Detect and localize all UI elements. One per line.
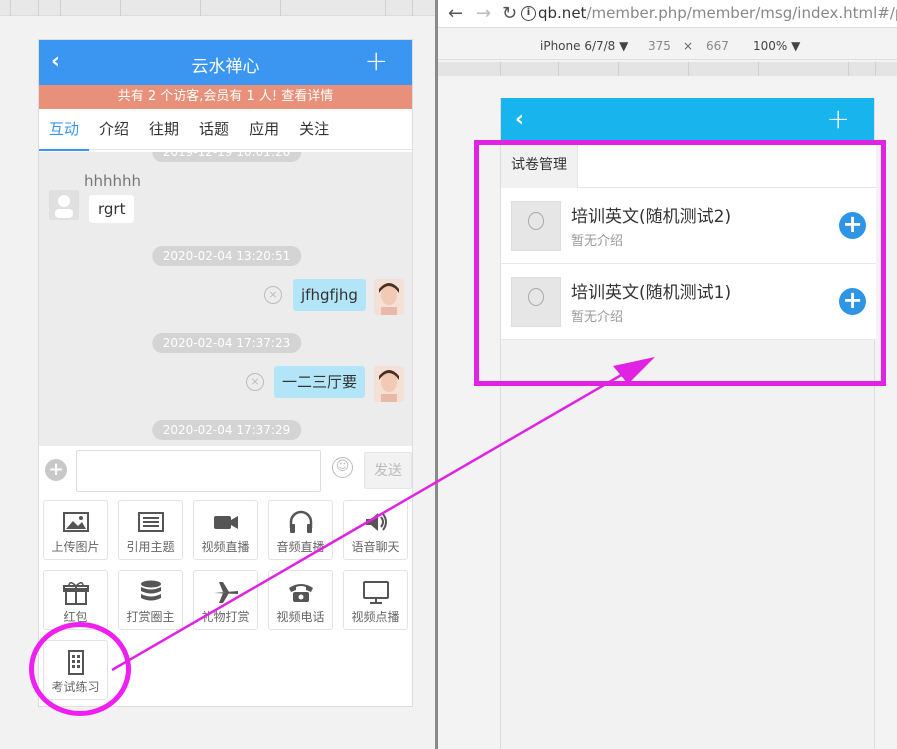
tool-video-on-demand[interactable]: 视频点播 — [343, 570, 408, 630]
sender-name: hhhhhh — [84, 172, 142, 190]
send-failed-icon[interactable]: × — [264, 286, 282, 304]
image-icon — [62, 512, 89, 532]
time-pill: 2020-02-04 17:37:23 — [151, 333, 302, 353]
times-sign: × — [683, 39, 694, 53]
message-input-row: + ☺ 发送 — [39, 446, 412, 496]
send-button[interactable]: 发送 — [364, 452, 412, 489]
tool-label: 上传图片 — [51, 540, 100, 554]
device-width[interactable]: 375 — [648, 39, 671, 53]
message-input[interactable] — [76, 450, 321, 492]
device-select[interactable]: iPhone 6/7/8 ▼ — [540, 39, 628, 53]
tool-label: 打赏圈主 — [126, 610, 175, 624]
nav-bar: ‹ 云水禅心 + — [39, 40, 412, 85]
avatar[interactable] — [49, 190, 79, 220]
tab-intro[interactable]: 介绍 — [89, 109, 139, 150]
reload-icon[interactable]: ↻ — [502, 3, 517, 24]
device-toolbar: iPhone 6/7/8 ▼ 375 × 667 100% ▼ — [438, 32, 897, 60]
headphones-icon — [289, 510, 312, 533]
tool-label: 视频直播 — [201, 540, 250, 554]
tool-voice-chat[interactable]: 语音聊天 — [343, 500, 408, 560]
tool-label: 语音聊天 — [351, 540, 400, 554]
tool-video-live[interactable]: 视频直播 — [193, 500, 258, 560]
plane-icon — [213, 582, 238, 603]
message-bubble[interactable]: 一二三厅要 — [274, 366, 366, 398]
user-placeholder-icon — [55, 195, 73, 218]
url-host: qb.net — [538, 4, 587, 22]
avatar[interactable] — [374, 279, 404, 315]
time-pill: 2020-02-04 17:37:29 — [151, 420, 302, 440]
back-arrow-icon[interactable]: ← — [448, 3, 463, 24]
tab-interact[interactable]: 互动 — [39, 109, 90, 151]
visitor-notice[interactable]: 共有 2 个访客,会员有 1 人! 查看详情 — [39, 85, 412, 109]
tool-label: 音频直播 — [276, 540, 325, 554]
gift-icon — [62, 582, 89, 605]
emoji-icon[interactable]: ☺ — [332, 457, 353, 478]
tool-gift-reward[interactable]: 礼物打赏 — [193, 570, 258, 630]
tool-audio-live[interactable]: 音频直播 — [268, 500, 333, 560]
video-camera-icon — [213, 516, 238, 529]
plus-icon[interactable]: + — [365, 46, 388, 76]
chat-area[interactable]: 2019-12-19 10:01:20 hhhhhh rgrt 2020-02-… — [39, 152, 412, 446]
nav-bar: ‹ + — [501, 98, 874, 143]
tab-apps[interactable]: 应用 — [239, 109, 289, 150]
page-title: 云水禅心 — [191, 57, 260, 77]
zoom-select[interactable]: 100% ▼ — [753, 39, 800, 53]
tool-label: 视频电话 — [276, 610, 325, 624]
user-photo-icon — [374, 279, 404, 315]
forward-arrow-icon[interactable]: → — [476, 3, 491, 24]
chevron-left-icon[interactable]: ‹ — [515, 107, 524, 133]
tool-label: 视频点播 — [351, 610, 400, 624]
tool-quote-topic[interactable]: 引用主题 — [118, 500, 183, 560]
annotation-box — [474, 140, 886, 386]
tool-red-packet[interactable]: 红包 — [43, 570, 108, 630]
speaker-icon — [365, 513, 387, 531]
ruler — [0, 0, 435, 16]
avatar[interactable] — [374, 366, 404, 402]
annotation-circle — [29, 622, 131, 716]
tab-past[interactable]: 往期 — [139, 109, 189, 150]
url-field[interactable]: qb.net/member.php/member/msg/index.html#… — [538, 4, 897, 22]
mobile-preview-left: ‹ 云水禅心 + 共有 2 个访客,会员有 1 人! 查看详情 互动 介绍 往期… — [38, 39, 413, 707]
message-bubble[interactable]: rgrt — [89, 195, 135, 223]
tool-label: 礼物打赏 — [201, 610, 250, 624]
message-bubble[interactable]: jfhgfjhg — [293, 279, 366, 311]
plus-icon[interactable]: + — [827, 104, 850, 134]
address-bar: ← → ↻ i qb.net/member.php/member/msg/ind… — [438, 0, 897, 28]
send-failed-icon[interactable]: × — [246, 373, 264, 391]
user-photo-icon — [374, 366, 404, 402]
coins-icon — [140, 580, 161, 601]
tab-follow[interactable]: 关注 — [289, 109, 339, 150]
tool-label: 引用主题 — [126, 540, 175, 554]
tab-topic[interactable]: 话题 — [189, 109, 239, 150]
info-icon[interactable]: i — [521, 6, 536, 21]
device-height[interactable]: 667 — [706, 39, 729, 53]
tool-video-call[interactable]: 视频电话 — [268, 570, 333, 630]
monitor-icon — [362, 581, 389, 604]
plus-circle-icon[interactable]: + — [45, 459, 67, 481]
url-path: /member.php/member/msg/index.html#/pu — [586, 4, 897, 22]
list-icon — [137, 512, 164, 532]
time-pill: 2020-02-04 13:20:51 — [151, 246, 302, 266]
tool-upload-image[interactable]: 上传图片 — [43, 500, 108, 560]
time-pill: 2019-12-19 10:01:20 — [151, 152, 302, 162]
telephone-icon — [288, 584, 313, 602]
tool-reward-owner[interactable]: 打赏圈主 — [118, 570, 183, 630]
ruler — [438, 62, 897, 76]
tab-bar: 互动 介绍 往期 话题 应用 关注 — [39, 109, 412, 151]
